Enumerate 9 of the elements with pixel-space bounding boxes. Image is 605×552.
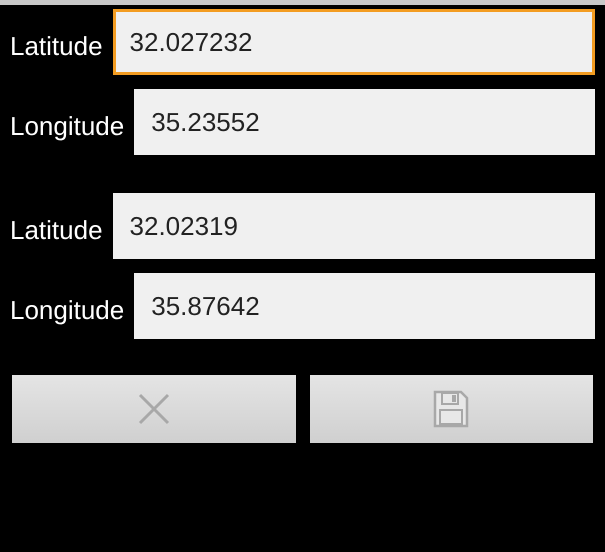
field-label: Longitude <box>10 110 124 142</box>
coordinate-field[interactable]: 35.87642 <box>134 273 595 339</box>
close-icon <box>136 392 171 426</box>
field-label: Longitude <box>10 294 124 326</box>
field-label: Latitude <box>10 214 103 246</box>
field-label: Latitude <box>10 30 103 62</box>
coordinate-field[interactable]: 32.027232 <box>112 9 595 75</box>
coordinate-field[interactable]: 32.02319 <box>112 193 595 259</box>
coordinate-field[interactable]: 35.23552 <box>134 89 595 155</box>
